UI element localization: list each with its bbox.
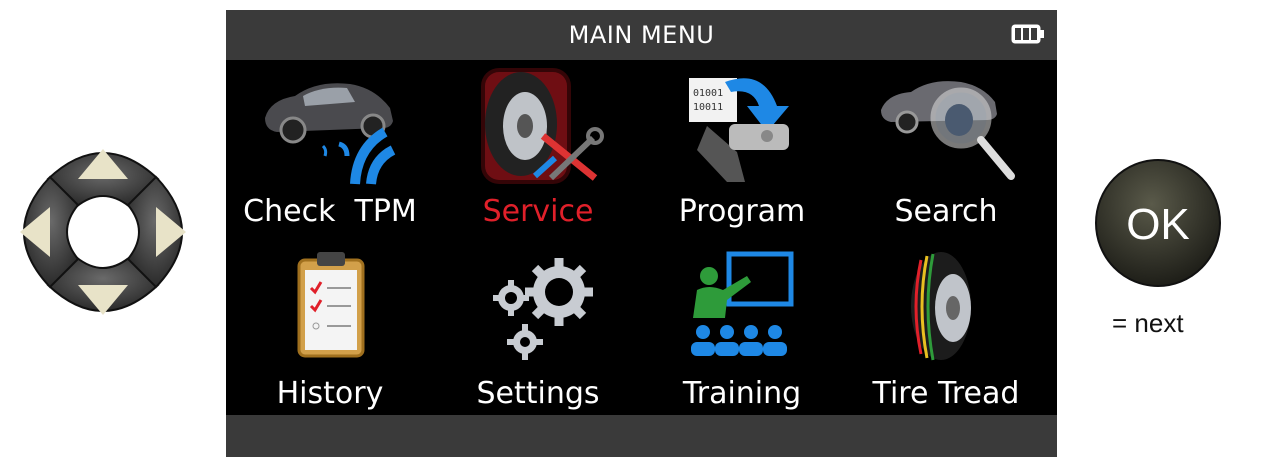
menu-settings[interactable]: Settings (438, 242, 638, 412)
menu-training[interactable]: Training (642, 242, 842, 412)
menu-check-tpm[interactable]: Check TPM (230, 60, 430, 230)
ok-button[interactable]: OK (1094, 158, 1222, 288)
program-sensor-icon: 01001 10011 (689, 78, 789, 182)
menu-label: Training (682, 376, 802, 411)
menu-service[interactable]: Service (438, 60, 638, 230)
tire-tread-icon (911, 252, 971, 361)
device-screen: MAIN MENU Check TPM Service 01001 10011 … (226, 10, 1057, 457)
clipboard-icon (297, 252, 365, 358)
battery-full-icon (1011, 24, 1044, 44)
training-icon (691, 251, 794, 356)
program-icon-code-line1: 01001 (693, 88, 723, 99)
dpad[interactable] (8, 137, 198, 327)
bottom-bar (226, 415, 1057, 457)
menu-search[interactable]: Search (846, 60, 1046, 230)
ok-label: OK (1126, 200, 1190, 249)
menu-label: Check TPM (243, 194, 417, 229)
car-sensor-icon (265, 83, 396, 185)
title-bar: MAIN MENU (226, 10, 1057, 60)
menu-tire-tread[interactable]: Tire Tread (846, 242, 1046, 412)
tire-tools-icon (481, 68, 604, 184)
menu-label: Search (894, 194, 998, 229)
program-icon-code-line2: 10011 (693, 102, 723, 113)
menu-label: Service (482, 194, 594, 229)
screen-title: MAIN MENU (568, 21, 715, 49)
ok-caption: = next (1112, 308, 1184, 338)
gears-icon (493, 258, 593, 360)
main-menu-grid: Check TPM Service 01001 10011 Program Se… (226, 60, 1057, 415)
dpad-icon (20, 149, 186, 315)
menu-label: History (276, 376, 384, 411)
menu-label: Program (678, 194, 806, 229)
menu-history[interactable]: History (230, 242, 430, 412)
menu-label: Settings (476, 376, 600, 411)
menu-label: Tire Tread (872, 376, 1020, 411)
menu-program[interactable]: 01001 10011 Program (642, 60, 842, 230)
car-search-icon (881, 81, 1015, 180)
